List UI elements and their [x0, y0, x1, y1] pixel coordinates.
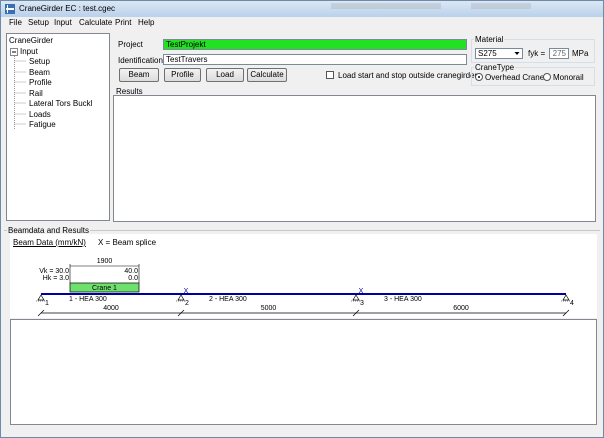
- tree-item-rail[interactable]: Rail: [29, 89, 43, 98]
- beam-splice-legend: X = Beam splice: [98, 238, 157, 247]
- crane-hk: Hk = 3.0: [43, 275, 69, 282]
- menu-calculate[interactable]: Calculate: [79, 18, 112, 27]
- tree-root[interactable]: CraneGirder: [9, 36, 53, 45]
- background-artifact: [471, 3, 531, 9]
- span-length-2: 5000: [261, 305, 277, 312]
- project-label: Project: [118, 40, 143, 49]
- load-outside-checkbox[interactable]: [326, 71, 334, 79]
- tree-item-beam[interactable]: Beam: [29, 68, 50, 77]
- span-length-3: 6000: [453, 305, 469, 312]
- divider: [4, 230, 600, 231]
- support-4: [562, 294, 570, 301]
- tree-item-profile[interactable]: Profile: [29, 78, 52, 87]
- support-1: [37, 294, 45, 301]
- beam-data-title: Beam Data (mm/kN): [13, 238, 86, 247]
- identification-label: Identification:: [118, 56, 166, 65]
- profile-button[interactable]: Profile: [164, 68, 201, 82]
- tree-item-fatigue[interactable]: Fatigue: [29, 120, 56, 129]
- results-panel[interactable]: [113, 95, 596, 222]
- app-icon: [5, 4, 15, 14]
- support-number-3: 3: [360, 300, 364, 307]
- tree-item-loads[interactable]: Loads: [29, 110, 51, 119]
- support-number-4: 4: [570, 300, 574, 307]
- tree-item-setup[interactable]: Setup: [29, 57, 50, 66]
- beam-button[interactable]: Beam: [119, 68, 159, 82]
- span-length-1: 4000: [103, 305, 119, 312]
- overhead-crane-radio[interactable]: [475, 73, 483, 81]
- crane-width: 1900: [97, 258, 113, 265]
- menu-setup[interactable]: Setup: [28, 18, 49, 27]
- support-3: [352, 294, 360, 301]
- tree-item-lateral-tors-buckl[interactable]: Lateral Tors Buckl: [29, 99, 92, 108]
- menu-help[interactable]: Help: [138, 18, 154, 27]
- chevron-down-icon: [514, 52, 520, 55]
- load-outside-label: Load start and stop outside cranegirder: [338, 71, 478, 80]
- calculate-button[interactable]: Calculate: [247, 68, 287, 82]
- window-title: CraneGirder EC : test.cgec: [19, 4, 116, 13]
- overhead-crane-label: Overhead Crane: [485, 73, 545, 82]
- menu-bar: File Setup Input Calculate Print Help: [1, 17, 603, 30]
- beam-diagram: 1 2 3 4 X X 1 - HEA 300 4000 2 - HEA 300 5000 3 - …: [36, 258, 574, 317]
- crane-vk: Vk = 30.0: [39, 268, 69, 275]
- span-profile-2: 2 - HEA 300: [209, 296, 247, 303]
- title-bar[interactable]: CraneGirder EC : test.cgec: [1, 1, 603, 17]
- load-button[interactable]: Load: [206, 68, 244, 82]
- material-select[interactable]: S275: [475, 48, 523, 59]
- splice-marker: X: [359, 288, 364, 295]
- tree-node-input[interactable]: Input: [20, 47, 38, 56]
- navigation-tree[interactable]: CraneGirder Input Setup Beam Profile Rai…: [6, 33, 110, 221]
- background-artifact: [331, 3, 441, 9]
- menu-print[interactable]: Print: [115, 18, 131, 27]
- tree-lines: [14, 56, 26, 129]
- menu-input[interactable]: Input: [54, 18, 72, 27]
- project-field[interactable]: TestProjekt: [163, 39, 467, 50]
- crane-right-bot: 0.0: [128, 275, 138, 282]
- beam-results-panel[interactable]: [10, 319, 597, 425]
- material-label: Material: [474, 35, 505, 44]
- fyk-field[interactable]: 275: [549, 48, 569, 59]
- crane-right-top: 40.0: [124, 268, 138, 275]
- fyk-unit: MPa: [572, 49, 589, 58]
- span-profile-1: 1 - HEA 300: [69, 296, 107, 303]
- material-value: S275: [478, 49, 497, 58]
- crane-label: Crane 1: [92, 285, 117, 292]
- app-window: CraneGirder EC : test.cgec File Setup In…: [0, 0, 604, 438]
- support-2: [177, 294, 185, 301]
- menu-file[interactable]: File: [9, 18, 22, 27]
- collapse-icon[interactable]: [10, 48, 18, 56]
- span-profile-3: 3 - HEA 300: [384, 296, 422, 303]
- monorail-label: Monorail: [553, 73, 584, 82]
- monorail-radio[interactable]: [543, 73, 551, 81]
- support-number-1: 1: [45, 300, 49, 307]
- support-number-2: 2: [185, 300, 189, 307]
- fyk-label: fyk =: [528, 49, 546, 58]
- identification-field[interactable]: TestTravers: [163, 54, 467, 65]
- splice-marker: X: [184, 288, 189, 295]
- crane-type-label: CraneType: [474, 63, 516, 72]
